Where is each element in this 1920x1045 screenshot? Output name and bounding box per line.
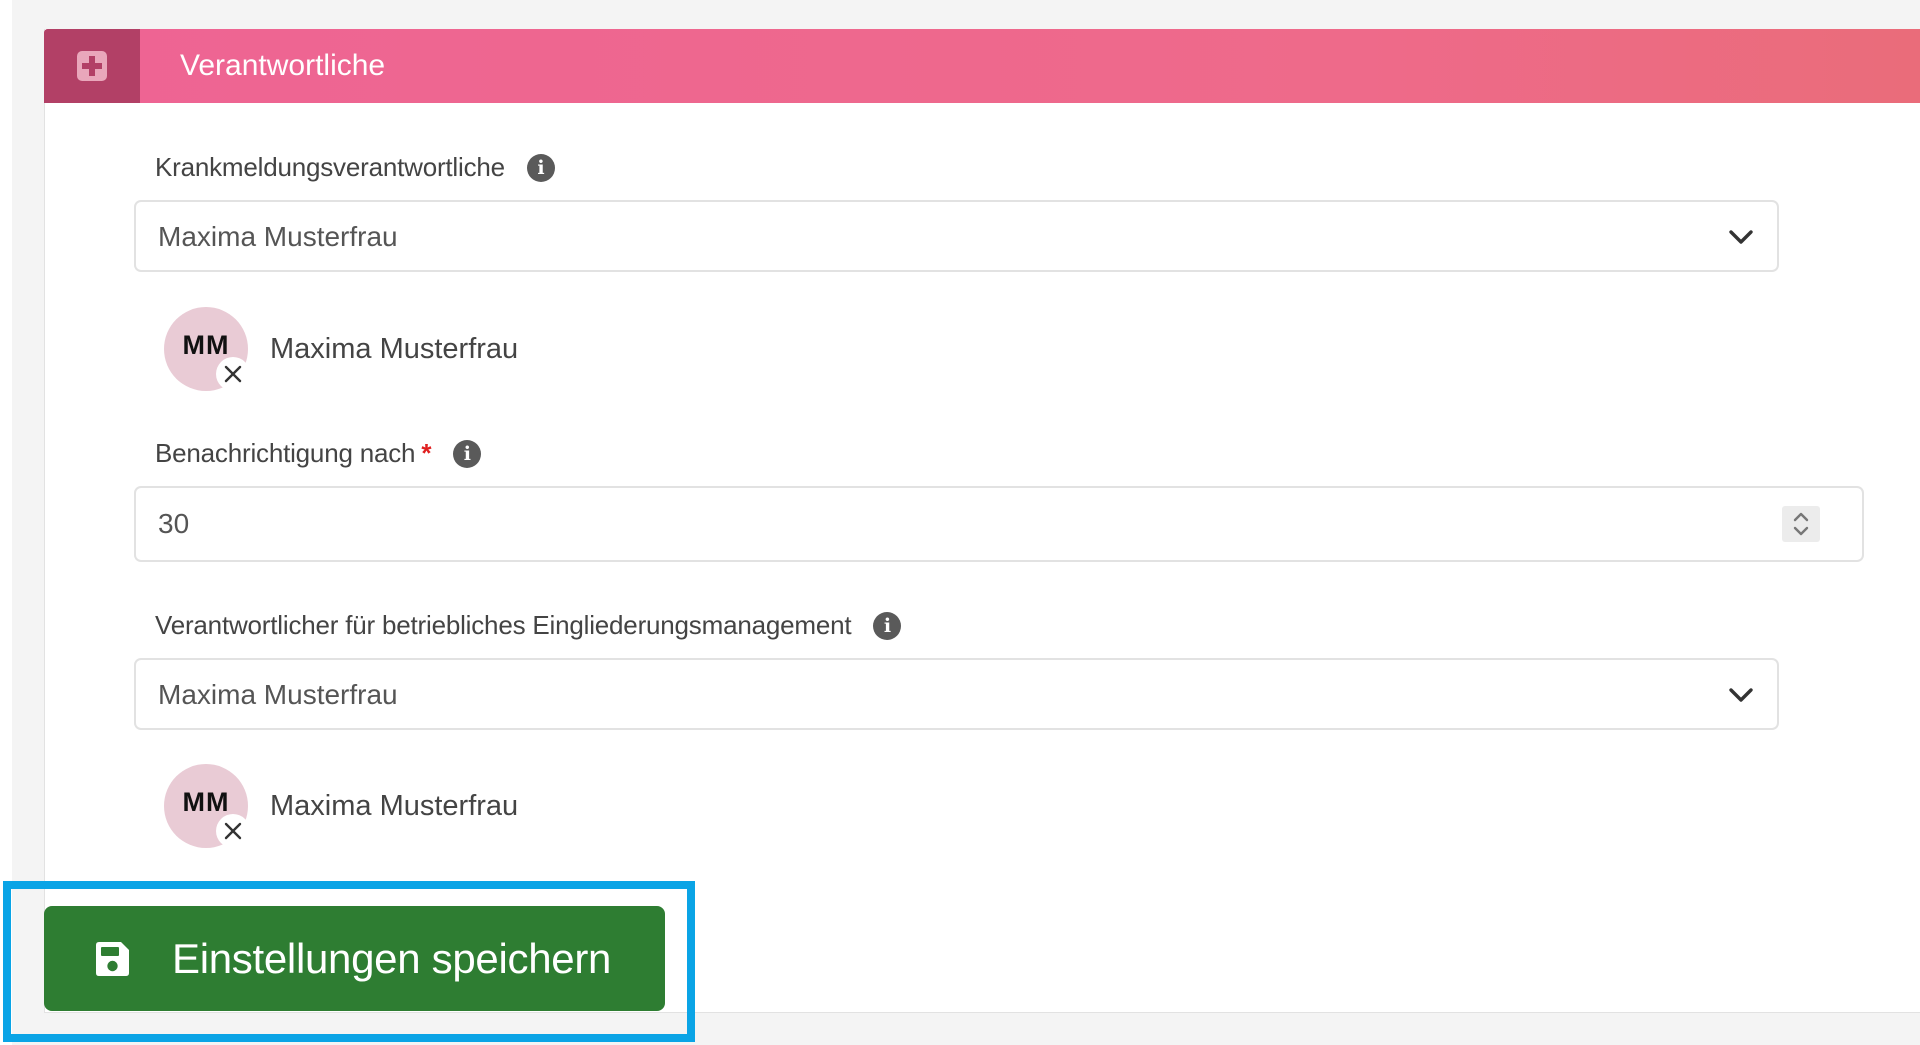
save-settings-button[interactable]: Einstellungen speichern xyxy=(44,906,665,1011)
bem-select[interactable]: Maxima Musterfrau xyxy=(134,658,1779,730)
info-icon[interactable]: i xyxy=(873,611,902,640)
info-icon[interactable]: i xyxy=(453,439,482,468)
remove-person-button[interactable] xyxy=(216,357,250,391)
number-spinner[interactable] xyxy=(1782,506,1820,542)
avatar: MM xyxy=(164,307,250,391)
sick-leave-select[interactable]: Maxima Musterfrau xyxy=(134,200,1779,272)
avatar: MM xyxy=(164,764,250,848)
bem-person-chip: MM Maxima Musterfrau xyxy=(164,763,518,849)
bem-label-row: Verantwortlicher für betriebliches Eingl… xyxy=(155,610,902,641)
avatar-initials: MM xyxy=(182,786,230,817)
sick-leave-person-chip: MM Maxima Musterfrau xyxy=(164,306,518,392)
person-name: Maxima Musterfrau xyxy=(270,789,519,822)
close-icon xyxy=(224,822,242,840)
plus-square-icon xyxy=(77,51,107,81)
save-button-label: Einstellungen speichern xyxy=(172,934,612,982)
chevron-down-icon xyxy=(1729,230,1753,244)
close-icon xyxy=(224,365,242,383)
required-marker: * xyxy=(421,438,432,468)
notification-value: 30 xyxy=(158,508,190,539)
panel-header-iconbox xyxy=(44,29,140,103)
spinner-arrows-icon xyxy=(1793,512,1809,536)
notification-label: Benachrichtigung nach xyxy=(155,438,416,468)
chevron-down-icon xyxy=(1729,688,1753,702)
page: Verantwortliche Krankmeldungsverantwortl… xyxy=(0,0,1920,1045)
panel-title: Verantwortliche xyxy=(180,49,386,82)
remove-person-button[interactable] xyxy=(216,814,250,848)
sick-leave-select-value: Maxima Musterfrau xyxy=(158,221,398,252)
panel-header[interactable]: Verantwortliche xyxy=(44,29,1920,103)
person-name: Maxima Musterfrau xyxy=(270,332,519,365)
bem-select-value: Maxima Musterfrau xyxy=(158,679,398,710)
info-icon[interactable]: i xyxy=(526,153,555,182)
notification-label-row: Benachrichtigung nach * i xyxy=(155,438,482,469)
avatar-initials: MM xyxy=(182,329,230,360)
notification-number-input[interactable]: 30 xyxy=(134,486,1864,562)
floppy-disk-icon xyxy=(96,941,129,976)
bem-label: Verantwortlicher für betriebliches Eingl… xyxy=(155,610,852,640)
sick-leave-label: Krankmeldungsverantwortliche xyxy=(155,152,505,182)
sick-leave-label-row: Krankmeldungsverantwortliche i xyxy=(155,152,555,183)
